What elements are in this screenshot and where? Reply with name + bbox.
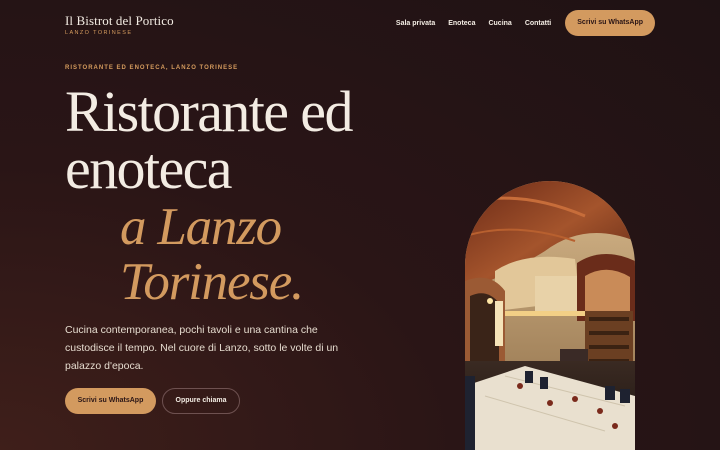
main-nav: Sala privata Enoteca Cucina Contatti Scr… [396,10,655,36]
hero-call-button[interactable]: Oppure chiama [162,388,240,414]
header-whatsapp-button[interactable]: Scrivi su WhatsApp [565,10,655,36]
hero-title-line-1: Ristorante ed [65,79,353,144]
hero-whatsapp-button[interactable]: Scrivi su WhatsApp [65,388,156,414]
nav-link-enoteca[interactable]: Enoteca [448,20,475,27]
hero-lead: Cucina contemporanea, pochi tavoli e una… [65,324,339,372]
nav-link-contatti[interactable]: Contatti [525,20,551,27]
hero-title-accent: a Lanzo Torinese. [120,198,304,311]
hero-title-accent-line-2: Torinese. [120,253,304,311]
nav-link-cucina[interactable]: Cucina [488,20,511,27]
restaurant-interior-photo [465,181,635,450]
nav-link-sala-privata[interactable]: Sala privata [396,20,435,27]
hero-eyebrow: RISTORANTE ED ENOTECA, LANZO TORINESE [65,65,239,71]
brand-location: LANZO TORINESE [65,30,133,36]
hero-title-line-2: enoteca [65,136,232,201]
brand-name: Il Bistrot del Portico [65,13,174,28]
hero-title-accent-line-1: a Lanzo [120,198,282,256]
hero-title: Ristorante ed enoteca [65,79,353,201]
brand-logo[interactable]: Il Bistrot del Portico LANZO TORINESE [65,13,174,36]
